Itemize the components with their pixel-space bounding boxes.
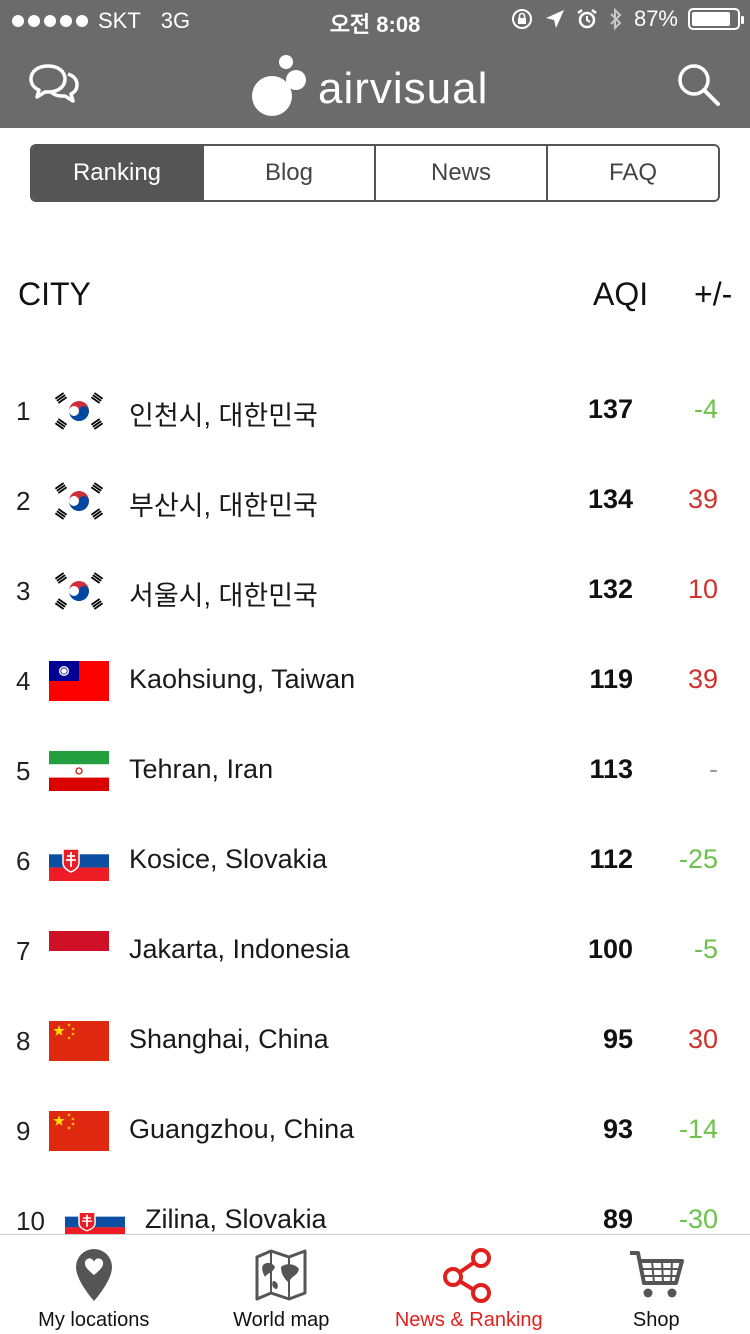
nav-shop[interactable]: Shop [563, 1235, 750, 1334]
table-row[interactable]: 7 Jakarta, Indonesia 100 -5 [0, 906, 750, 996]
header: SKT 3G 오전 8:08 87% airvisual [0, 0, 750, 128]
shopping-cart-icon [630, 1251, 685, 1298]
tab-faq[interactable]: FAQ [546, 146, 718, 200]
row-rank: 9 [16, 1116, 31, 1146]
search-icon[interactable] [674, 60, 722, 108]
world-map-icon [255, 1249, 307, 1301]
airvisual-logo-icon [252, 55, 306, 116]
row-city: 서울시, 대한민국 [129, 581, 318, 611]
share-network-icon [442, 1248, 491, 1303]
row-change: -25 [678, 844, 718, 874]
column-header-aqi: AQI [593, 276, 649, 312]
row-city: Kaohsiung, Taiwan [129, 664, 356, 694]
taiwan-flag-icon [49, 661, 109, 701]
section-tabs: Ranking Blog News FAQ [30, 144, 720, 202]
row-change: -4 [693, 394, 718, 424]
column-header-city: CITY [18, 276, 91, 312]
nav-label: Shop [632, 1309, 680, 1331]
row-aqi: 89 [602, 1204, 633, 1234]
slovakia-flag-icon [65, 1206, 125, 1234]
bottom-nav: My locations World map News & Ranking Sh… [0, 1234, 750, 1334]
nav-label: World map [233, 1309, 330, 1331]
chat-bubbles-icon[interactable] [28, 62, 80, 106]
row-rank: 7 [16, 936, 31, 966]
row-change: -30 [678, 1204, 718, 1234]
row-aqi: 113 [589, 754, 633, 784]
row-city: Kosice, Slovakia [129, 844, 328, 874]
app-screen: SKT 3G 오전 8:08 87% airvisual Ranking Blo… [0, 0, 750, 1334]
tab-news[interactable]: News [374, 146, 546, 200]
row-rank: 3 [16, 576, 31, 606]
row-city: Jakarta, Indonesia [129, 934, 350, 964]
iran-flag-icon [49, 751, 109, 791]
nav-label: News & Ranking [394, 1309, 543, 1331]
table-row[interactable]: 9 Guangzhou, China 93 -14 [0, 1086, 750, 1176]
table-row[interactable]: 4 Kaohsiung, Taiwan 119 39 [0, 636, 750, 726]
row-city: Zilina, Slovakia [145, 1204, 327, 1234]
south-korea-flag-icon [49, 391, 109, 431]
nav-world-map[interactable]: World map [188, 1235, 376, 1334]
slovakia-flag-icon [49, 841, 109, 881]
row-rank: 6 [16, 846, 31, 876]
map-pin-heart-icon [75, 1249, 112, 1301]
table-row[interactable]: 8 Shanghai, China 95 30 [0, 996, 750, 1086]
nav-news-ranking[interactable]: News & Ranking [375, 1235, 563, 1334]
row-change: - [709, 754, 718, 784]
ranking-table-header: CITY AQI +/- [0, 270, 750, 320]
row-aqi: 93 [602, 1114, 633, 1144]
south-korea-flag-icon [49, 481, 109, 521]
row-city: 부산시, 대한민국 [129, 491, 318, 521]
row-change: -5 [693, 934, 718, 964]
status-right: 87% [510, 6, 744, 32]
row-rank: 5 [16, 756, 31, 786]
app-bar: airvisual [0, 40, 750, 128]
table-row[interactable]: 2 부산시, 대한민국 134 39 [0, 456, 750, 546]
battery-icon [688, 8, 744, 30]
row-city: Guangzhou, China [129, 1114, 355, 1144]
row-change: -14 [678, 1114, 718, 1144]
row-rank: 2 [16, 486, 31, 516]
table-row[interactable]: 3 서울시, 대한민국 132 10 [0, 546, 750, 636]
row-city: Shanghai, China [129, 1024, 329, 1054]
row-change: 30 [687, 1024, 718, 1054]
ranking-list[interactable]: 1 인천시, 대한민국 137 -4 2 부산시, 대한민국 134 39 3 … [0, 366, 750, 1234]
orientation-lock-icon [511, 9, 532, 29]
app-logo: airvisual [250, 48, 488, 120]
row-rank: 10 [16, 1206, 45, 1234]
row-city: Tehran, Iran [129, 754, 274, 784]
row-change: 39 [687, 664, 718, 694]
row-rank: 1 [16, 396, 31, 426]
battery-percent: 87% [633, 6, 678, 31]
table-row[interactable]: 6 Kosice, Slovakia 112 -25 [0, 816, 750, 906]
table-row[interactable]: 5 Tehran, Iran 113 - [0, 726, 750, 816]
row-aqi: 112 [589, 844, 633, 874]
china-flag-icon [49, 1021, 109, 1061]
row-change: 10 [687, 574, 718, 604]
row-aqi: 134 [587, 484, 633, 514]
china-flag-icon [49, 1111, 109, 1151]
row-rank: 4 [16, 666, 31, 696]
nav-my-locations[interactable]: My locations [0, 1235, 188, 1334]
south-korea-flag-icon [49, 571, 109, 611]
bluetooth-icon [610, 7, 622, 31]
row-rank: 8 [16, 1026, 31, 1056]
app-name: airvisual [318, 64, 489, 113]
row-aqi: 132 [587, 574, 633, 604]
row-aqi: 119 [589, 664, 633, 694]
tab-ranking[interactable]: Ranking [32, 146, 202, 200]
row-aqi: 100 [587, 934, 633, 964]
table-row[interactable]: 10 Zilina, Slovakia 89 -30 [0, 1176, 750, 1234]
row-change: 39 [687, 484, 718, 514]
nav-label: My locations [38, 1309, 150, 1331]
row-city: 인천시, 대한민국 [129, 401, 318, 431]
alarm-icon [577, 9, 597, 29]
status-bar: SKT 3G 오전 8:08 87% [0, 0, 750, 40]
row-aqi: 137 [587, 394, 633, 424]
tab-blog[interactable]: Blog [202, 146, 374, 200]
location-arrow-icon [545, 10, 564, 28]
indonesia-flag-icon [49, 931, 109, 971]
column-header-change: +/- [694, 276, 733, 312]
row-aqi: 95 [602, 1024, 633, 1054]
table-row[interactable]: 1 인천시, 대한민국 137 -4 [0, 366, 750, 456]
